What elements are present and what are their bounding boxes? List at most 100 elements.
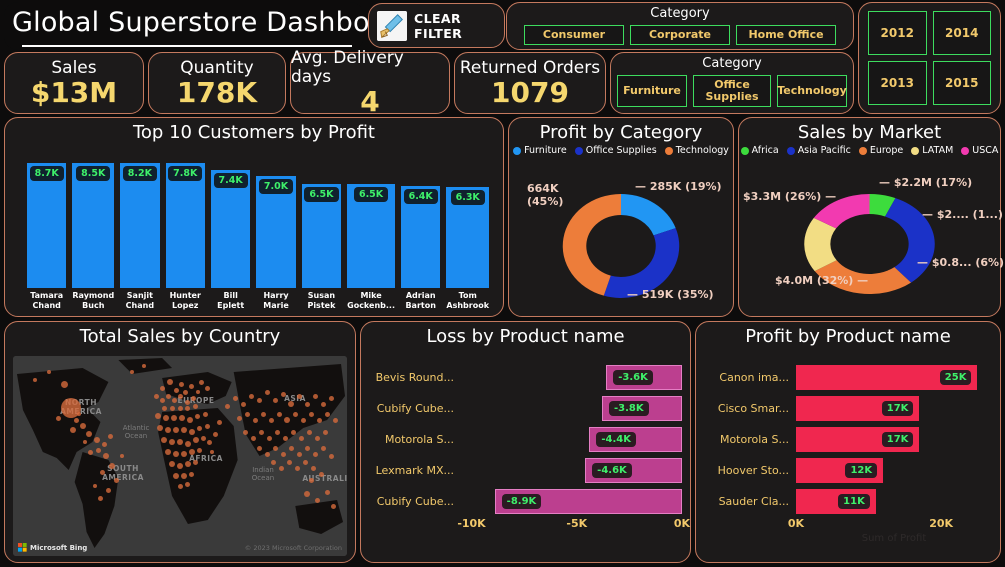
map-bubble[interactable]: [272, 397, 278, 403]
map-bubble[interactable]: [177, 483, 183, 489]
map-bubble[interactable]: [237, 415, 243, 421]
customer-bar[interactable]: 8.5K: [72, 163, 115, 288]
map-bubble[interactable]: [177, 463, 183, 469]
customer-column[interactable]: 7.8K Hunter Lopez: [165, 163, 205, 310]
map-bubble[interactable]: [203, 411, 209, 417]
slicer-option-home-office[interactable]: Home Office: [736, 25, 836, 45]
legend-item[interactable]: Office Supplies: [574, 145, 657, 156]
map-bubble[interactable]: [169, 405, 175, 411]
map-bubble[interactable]: [314, 497, 320, 503]
map-bubble[interactable]: [304, 401, 310, 407]
legend-item[interactable]: LATAM: [911, 145, 953, 156]
bar-row[interactable]: Bevis Round... -3.6K: [369, 362, 682, 392]
map-bubble[interactable]: [298, 435, 304, 441]
map-bubble[interactable]: [193, 403, 199, 409]
bar-row[interactable]: Cisco Smar... 17K: [704, 393, 992, 423]
map-bubble[interactable]: [296, 393, 302, 399]
map-bubble[interactable]: [173, 473, 180, 479]
slicer-option-corporate[interactable]: Corporate: [630, 25, 730, 45]
map-bubble[interactable]: [207, 439, 213, 445]
bar-row[interactable]: Cubify Cube... -8.9K: [369, 486, 682, 516]
map-bubble[interactable]: [308, 477, 314, 483]
map-bubble[interactable]: [101, 441, 107, 447]
map-bubble[interactable]: [180, 451, 187, 457]
map-bubble[interactable]: [280, 451, 286, 457]
map-bubble[interactable]: [169, 461, 176, 467]
map-bubble[interactable]: [74, 417, 80, 423]
customer-column[interactable]: 8.5K Raymond Buch: [72, 163, 115, 310]
map-bubble[interactable]: [195, 390, 200, 394]
bar[interactable]: 17K: [796, 427, 920, 452]
bar-row[interactable]: Sauder Cla... 11K: [704, 486, 992, 516]
map-bubble[interactable]: [264, 451, 270, 457]
bar-row[interactable]: Motorola S... 17K: [704, 424, 992, 454]
slicer-option-office-supplies[interactable]: Office Supplies: [693, 75, 771, 107]
map-bubble[interactable]: [205, 385, 211, 391]
bar[interactable]: -4.4K: [589, 427, 682, 452]
map-bubble[interactable]: [276, 411, 282, 417]
map-bubble[interactable]: [113, 477, 119, 483]
map-bubble[interactable]: [308, 411, 314, 417]
customer-bar[interactable]: 7.8K: [165, 163, 205, 288]
map-bubble[interactable]: [82, 440, 87, 444]
map-bubble[interactable]: [161, 405, 167, 411]
customer-bar[interactable]: 6.3K: [446, 187, 490, 288]
map-bubble[interactable]: [177, 393, 183, 399]
customer-column[interactable]: 7.4K Bill Eplett: [210, 163, 251, 310]
map-bubble[interactable]: [286, 459, 292, 465]
map-bubble[interactable]: [56, 415, 62, 421]
customer-column[interactable]: 8.7K Tamara Chand: [27, 163, 67, 310]
map-bubble[interactable]: [173, 387, 179, 393]
customer-column[interactable]: 6.3K Tom Ashbrook: [446, 163, 490, 310]
map-bubble[interactable]: [184, 461, 191, 467]
map-bubble[interactable]: [274, 429, 280, 435]
bar[interactable]: -3.8K: [602, 396, 682, 421]
map-bubble[interactable]: [61, 380, 69, 388]
map-bubble[interactable]: [191, 395, 197, 401]
donut-slice[interactable]: [621, 194, 676, 236]
map-bubble[interactable]: [105, 487, 111, 493]
map-bubble[interactable]: [324, 411, 330, 417]
map-bubble[interactable]: [257, 397, 263, 403]
map-bubble[interactable]: [159, 385, 165, 391]
legend-item[interactable]: Furniture: [513, 145, 567, 156]
map-bubble[interactable]: [97, 495, 103, 501]
map-bubble[interactable]: [264, 389, 270, 395]
map-bubble[interactable]: [272, 445, 278, 451]
customer-bar[interactable]: 6.4K: [401, 185, 441, 288]
clear-filter-button[interactable]: CLEAR FILTER: [368, 3, 505, 48]
bar-row[interactable]: Motorola S... -4.4K: [369, 424, 682, 454]
map-bubble[interactable]: [266, 435, 272, 441]
map-bubble[interactable]: [280, 391, 286, 397]
map-bubble[interactable]: [85, 431, 92, 437]
map-bubble[interactable]: [328, 395, 334, 401]
map-bubble[interactable]: [178, 415, 185, 421]
bar[interactable]: -3.6K: [606, 365, 682, 390]
bar-row[interactable]: Hoover Sto... 12K: [704, 455, 992, 485]
customer-bar[interactable]: 6.5K: [347, 184, 395, 288]
map-bubble[interactable]: [330, 503, 336, 509]
map-bubble[interactable]: [296, 451, 302, 457]
map-bubble[interactable]: [253, 417, 259, 423]
map-bubble[interactable]: [225, 403, 231, 409]
bar[interactable]: -8.9K: [494, 489, 682, 514]
customer-bar[interactable]: 6.5K: [301, 184, 342, 288]
map-bubble[interactable]: [213, 431, 219, 437]
map-bubble[interactable]: [79, 423, 86, 429]
map-bubble[interactable]: [259, 429, 264, 435]
map-bubble[interactable]: [217, 419, 223, 425]
map-bubble[interactable]: [268, 417, 274, 423]
map-bubble[interactable]: [177, 405, 183, 411]
map-bubble[interactable]: [188, 449, 195, 455]
bar[interactable]: 17K: [796, 396, 920, 421]
map-bubble[interactable]: [195, 413, 201, 419]
bar[interactable]: 11K: [796, 489, 876, 514]
map-bubble[interactable]: [304, 445, 310, 451]
map-bubble[interactable]: [233, 395, 239, 401]
map-bubble[interactable]: [320, 445, 326, 451]
bar[interactable]: 25K: [796, 365, 978, 390]
customer-bar[interactable]: 7.4K: [210, 169, 251, 288]
map-bubble[interactable]: [241, 401, 247, 407]
legend-item[interactable]: Technology: [664, 145, 729, 156]
map-bubble[interactable]: [171, 415, 178, 421]
